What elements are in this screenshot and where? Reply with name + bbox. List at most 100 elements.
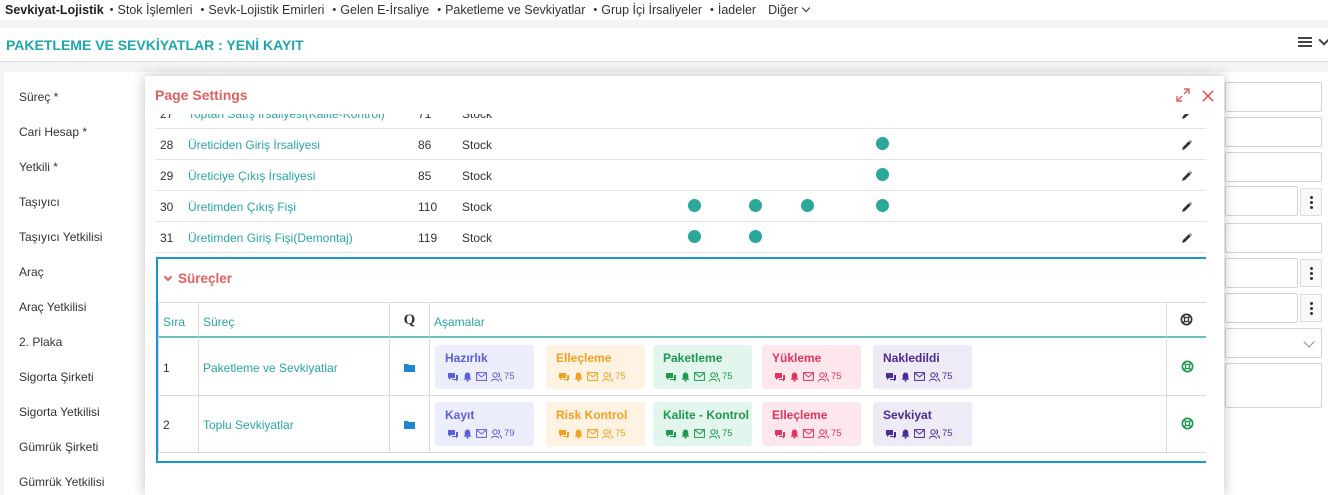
users-icon[interactable] xyxy=(602,371,613,382)
comments-icon[interactable] xyxy=(447,372,459,382)
bell-icon[interactable] xyxy=(901,372,910,382)
expand-icon[interactable] xyxy=(1176,88,1190,102)
envelope-icon[interactable] xyxy=(476,429,487,438)
process-name-link[interactable]: Üretimden Çıkış Fişi xyxy=(188,200,296,214)
pencil-icon[interactable] xyxy=(1180,114,1194,121)
nav-item-stok[interactable]: • Stok İşlemleri xyxy=(110,3,193,17)
stage-chip[interactable]: Hazırlık 75 xyxy=(435,345,534,389)
envelope-icon[interactable] xyxy=(803,429,814,438)
users-icon[interactable] xyxy=(929,371,940,382)
life-ring-icon[interactable] xyxy=(1181,360,1194,373)
form-input-arac[interactable] xyxy=(1225,258,1298,288)
list-icon[interactable] xyxy=(1298,36,1312,48)
nav-item-iadeler[interactable]: • İadeler xyxy=(710,3,756,17)
pencil-icon[interactable] xyxy=(1180,138,1194,152)
nav-item-gelen-irsaliye[interactable]: • Gelen E-İrsaliye xyxy=(332,3,429,17)
users-icon[interactable] xyxy=(818,371,829,382)
envelope-icon[interactable] xyxy=(914,372,925,381)
envelope-icon[interactable] xyxy=(587,429,598,438)
bell-icon[interactable] xyxy=(790,372,799,382)
users-icon[interactable] xyxy=(491,371,502,382)
page-title: PAKETLEME VE SEVKİYATLAR : YENİ KAYIT xyxy=(6,36,304,53)
form-textarea[interactable] xyxy=(1225,363,1322,408)
process-name-link[interactable]: Üreticiden Giriş İrsaliyesi xyxy=(188,138,320,152)
stage-label: Elleçleme xyxy=(772,408,828,422)
kebab-menu-icon[interactable] xyxy=(1300,188,1322,216)
users-icon[interactable] xyxy=(929,428,940,439)
check-icon[interactable] xyxy=(1318,34,1328,46)
form-input-tasiyici[interactable] xyxy=(1225,186,1298,216)
stage-user-count: 75 xyxy=(942,371,953,382)
stage-chip[interactable]: Kayıt 79 xyxy=(435,402,534,446)
stage-chip[interactable]: Elleçleme 75 xyxy=(762,402,861,446)
comments-icon[interactable] xyxy=(665,372,677,382)
envelope-icon[interactable] xyxy=(694,372,705,381)
process-name-link[interactable]: Paketleme ve Sevkiyatlar xyxy=(203,361,338,375)
envelope-icon[interactable] xyxy=(694,429,705,438)
envelope-icon[interactable] xyxy=(587,372,598,381)
stage-chip[interactable]: Yükleme 75 xyxy=(762,345,861,389)
nav-brand[interactable]: Sevkiyat-Lojistik xyxy=(5,3,104,17)
stage-chip[interactable]: Risk Kontrol 75 xyxy=(546,402,645,446)
folder-icon[interactable] xyxy=(404,363,415,372)
users-icon[interactable] xyxy=(709,371,720,382)
comments-icon[interactable] xyxy=(558,372,570,382)
bell-icon[interactable] xyxy=(790,429,799,439)
status-dot xyxy=(688,230,701,243)
stage-user-count: 75 xyxy=(615,428,626,439)
process-name-link[interactable]: Toptan Satış İrsaliyesi(Kalite-Kontrol) xyxy=(188,114,385,121)
life-ring-icon[interactable] xyxy=(1181,417,1194,430)
kebab-menu-icon[interactable] xyxy=(1300,294,1322,322)
close-icon[interactable] xyxy=(1202,90,1214,102)
users-icon[interactable] xyxy=(709,428,720,439)
comments-icon[interactable] xyxy=(447,429,459,439)
stage-icons: 75 xyxy=(885,428,953,439)
pencil-icon[interactable] xyxy=(1180,231,1194,245)
form-input-surec[interactable] xyxy=(1225,82,1322,112)
stage-user-count: 75 xyxy=(722,428,733,439)
envelope-icon[interactable] xyxy=(914,429,925,438)
nav-item-diger[interactable]: Diğer xyxy=(768,3,811,17)
comments-icon[interactable] xyxy=(774,429,786,439)
pencil-icon[interactable] xyxy=(1180,200,1194,214)
form-label-arac: Araç xyxy=(19,265,44,279)
envelope-icon[interactable] xyxy=(476,372,487,381)
stage-chip[interactable]: Kalite - Kontrol 75 xyxy=(653,402,752,446)
users-icon[interactable] xyxy=(818,428,829,439)
form-input-cari-hesap[interactable] xyxy=(1225,117,1322,147)
comments-icon[interactable] xyxy=(885,429,897,439)
nav-item-paketleme[interactable]: • Paketleme ve Sevkiyatlar xyxy=(437,3,585,17)
bell-icon[interactable] xyxy=(901,429,910,439)
stage-chip[interactable]: Sevkiyat 75 xyxy=(873,402,972,446)
comments-icon[interactable] xyxy=(665,429,677,439)
stage-chip[interactable]: Paketleme 75 xyxy=(653,345,752,389)
kebab-menu-icon[interactable] xyxy=(1300,259,1322,287)
stage-chip[interactable]: Nakledildi 75 xyxy=(873,345,972,389)
status-dot xyxy=(876,137,889,150)
bell-icon[interactable] xyxy=(574,429,583,439)
nav-item-sevk-emirleri[interactable]: • Sevk-Lojistik Emirleri xyxy=(201,3,325,17)
comments-icon[interactable] xyxy=(774,372,786,382)
bell-icon[interactable] xyxy=(574,372,583,382)
users-icon[interactable] xyxy=(491,428,502,439)
bell-icon[interactable] xyxy=(463,372,472,382)
folder-icon[interactable] xyxy=(404,420,415,429)
bell-icon[interactable] xyxy=(463,429,472,439)
stage-chip[interactable]: Elleçleme 75 xyxy=(546,345,645,389)
stage-label: Kayıt xyxy=(445,408,475,422)
pencil-icon[interactable] xyxy=(1180,169,1194,183)
bell-icon[interactable] xyxy=(681,429,690,439)
form-input-tasiyici-yetkilisi[interactable] xyxy=(1225,223,1322,253)
users-icon[interactable] xyxy=(602,428,613,439)
process-name-link[interactable]: Toplu Sevkiyatlar xyxy=(203,418,294,432)
process-name-link[interactable]: Üretimden Giriş Fişi(Demontaj) xyxy=(188,231,353,245)
form-input-arac-yetkilisi[interactable] xyxy=(1225,293,1298,323)
form-input-yetkili[interactable] xyxy=(1225,152,1322,182)
comments-icon[interactable] xyxy=(558,429,570,439)
surecler-toggle[interactable]: Süreçler xyxy=(163,271,232,286)
process-name-link[interactable]: Üreticiye Çıkış İrsaliyesi xyxy=(188,169,315,183)
bell-icon[interactable] xyxy=(681,372,690,382)
comments-icon[interactable] xyxy=(885,372,897,382)
nav-item-grup-ici[interactable]: • Grup İçi İrsaliyeler xyxy=(593,3,702,17)
envelope-icon[interactable] xyxy=(803,372,814,381)
